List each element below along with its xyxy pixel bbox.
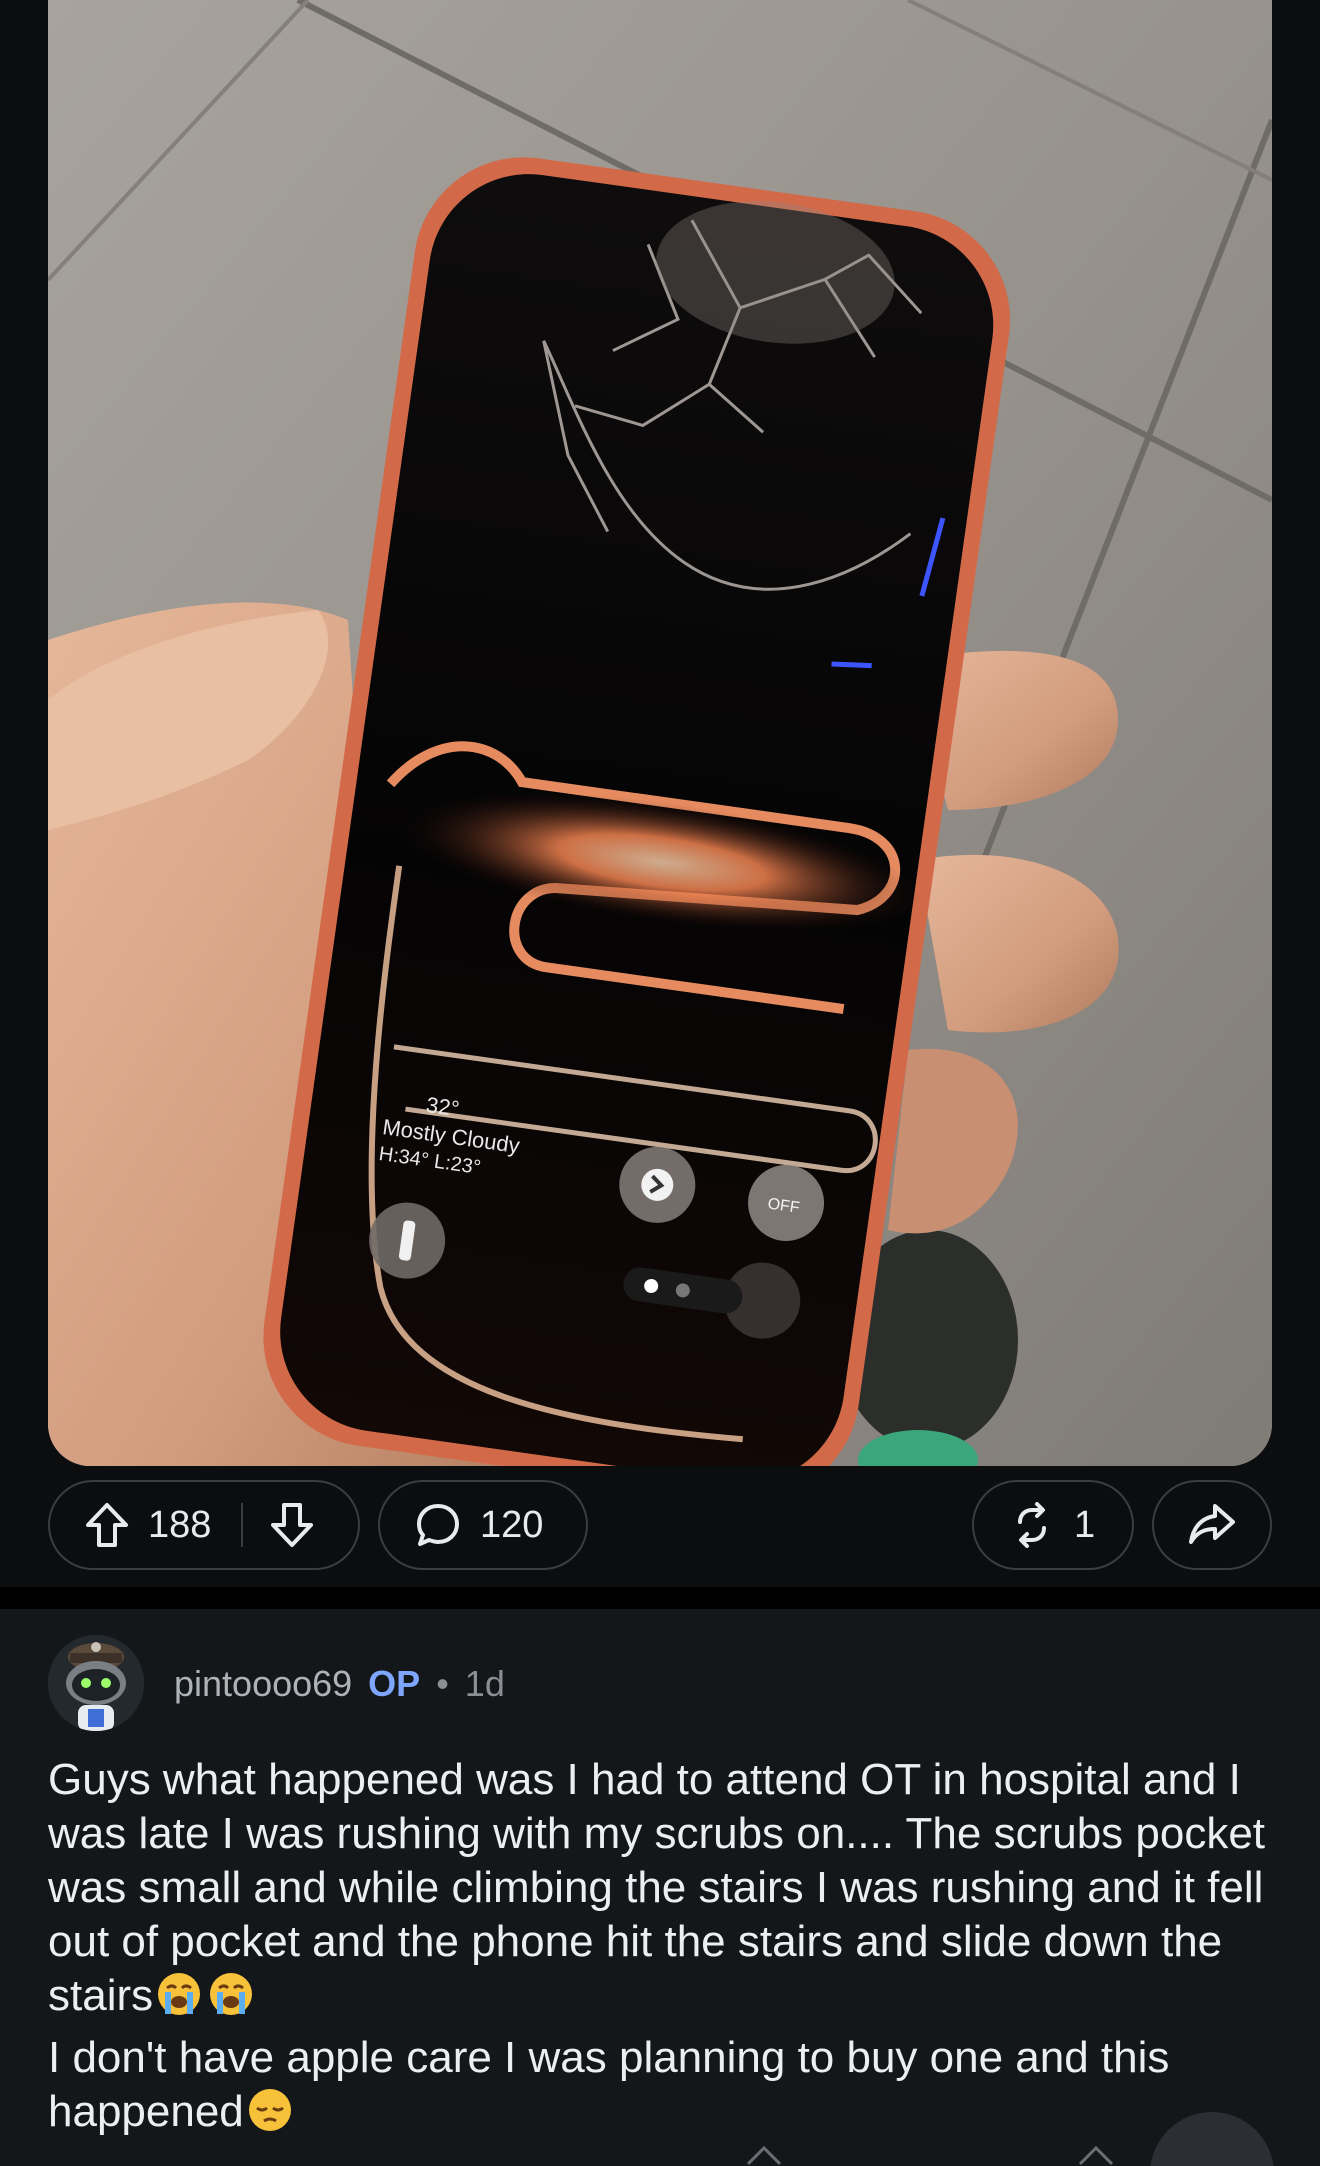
pensive-face-emoji-icon <box>246 2086 294 2147</box>
comment-bubble-icon <box>414 1501 462 1549</box>
vote-divider <box>241 1503 244 1547</box>
upvote-button[interactable] <box>84 1501 130 1549</box>
section-separator <box>0 1587 1320 1609</box>
repost-icon <box>1010 1502 1054 1548</box>
comments-button[interactable]: 120 <box>378 1480 588 1570</box>
downvote-icon <box>271 1503 314 1547</box>
partial-arrow-icon <box>746 2145 782 2166</box>
upvote-icon <box>86 1503 128 1547</box>
comment-age: 1d <box>464 1663 505 1704</box>
lockscreen-temperature: 32° <box>425 1092 461 1121</box>
avatar[interactable] <box>48 1635 144 1731</box>
snoo-avatar-icon <box>48 1635 144 1731</box>
cracked-phone-photo: 32° Mostly Cloudy H:34° L:23° OFF <box>48 0 1272 1466</box>
loudly-crying-emoji-icon <box>155 1970 203 2031</box>
partial-arrow-icon <box>1078 2145 1114 2166</box>
comment-count: 120 <box>480 1503 544 1546</box>
comment-text-2: I don't have apple care I was planning t… <box>48 2033 1170 2136</box>
downvote-button[interactable] <box>269 1501 315 1549</box>
upvote-count: 188 <box>148 1503 212 1546</box>
post-image[interactable]: 32° Mostly Cloudy H:34° L:23° OFF <box>48 0 1272 1466</box>
comment-body: Guys what happened was I had to attend O… <box>48 1753 1278 2147</box>
post-action-bar: 188 120 1 <box>0 1480 1320 1574</box>
repost-count: 1 <box>1074 1503 1096 1546</box>
comment-meta: pintoooo69 OP • 1d <box>174 1663 505 1705</box>
share-button[interactable] <box>1152 1480 1272 1570</box>
meta-separator: • <box>436 1663 449 1704</box>
op-badge: OP <box>368 1663 421 1704</box>
post-area: 32° Mostly Cloudy H:34° L:23° OFF 188 12… <box>0 0 1320 1587</box>
comment-card: pintoooo69 OP • 1d Guys what happened wa… <box>0 1609 1320 2166</box>
repost-button[interactable]: 1 <box>972 1480 1134 1570</box>
loudly-crying-emoji-icon <box>207 1970 255 2031</box>
reddit-post-page: 32° Mostly Cloudy H:34° L:23° OFF 188 12… <box>0 0 1320 2166</box>
comment-paragraph-1: Guys what happened was I had to attend O… <box>48 1753 1278 2031</box>
vote-control: 188 <box>48 1480 360 1570</box>
comment-paragraph-2: I don't have apple care I was planning t… <box>48 2031 1278 2147</box>
share-icon <box>1189 1504 1235 1544</box>
comment-username[interactable]: pintoooo69 <box>174 1663 352 1705</box>
